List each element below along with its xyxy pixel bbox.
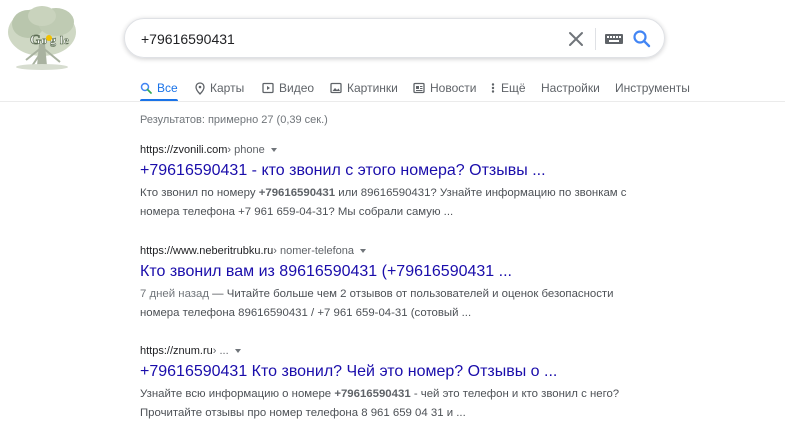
result-url[interactable]: https://zvonili.com › phone bbox=[140, 142, 660, 158]
svg-text:G: G bbox=[30, 33, 41, 48]
search-input[interactable] bbox=[141, 28, 541, 50]
result-snippet: Кто звонил по номеру +79616590431 или 89… bbox=[140, 187, 627, 218]
search-button[interactable] bbox=[632, 29, 652, 49]
video-icon bbox=[262, 82, 274, 94]
result-site: https://znum.ru bbox=[140, 345, 213, 357]
result-menu-caret[interactable] bbox=[360, 249, 367, 253]
tab-images[interactable]: Картинки bbox=[330, 78, 398, 98]
clear-icon bbox=[569, 32, 583, 46]
header-divider bbox=[0, 101, 785, 102]
result-title[interactable]: Кто звонил вам из 89616590431 (+79616590… bbox=[140, 261, 660, 283]
search-icon bbox=[633, 30, 651, 48]
result-title[interactable]: +79616590431 - кто звонил с этого номера… bbox=[140, 160, 660, 182]
svg-text:le: le bbox=[60, 33, 69, 47]
result-title[interactable]: +79616590431 Кто звонил? Чей это номер? … bbox=[140, 361, 660, 383]
tab-label: Все bbox=[157, 81, 178, 95]
image-icon bbox=[330, 82, 342, 94]
tab-video[interactable]: Видео bbox=[262, 78, 314, 98]
news-icon bbox=[413, 82, 425, 94]
search-tab-icon bbox=[140, 82, 152, 94]
result-stats: Результатов: примерно 27 (0,39 сек.) bbox=[140, 114, 328, 126]
tab-label: Новости bbox=[430, 81, 477, 95]
keyboard-icon bbox=[605, 34, 623, 44]
result-menu-caret[interactable] bbox=[270, 148, 277, 152]
google-doodle-logo[interactable]: G o g le bbox=[6, 4, 78, 72]
tab-all[interactable]: Все bbox=[140, 78, 178, 98]
result-breadcrumb: › nomer-telefona bbox=[273, 245, 355, 257]
tab-label: Ещё bbox=[501, 81, 526, 95]
tab-tools[interactable]: Инструменты bbox=[615, 78, 690, 98]
tab-more[interactable]: Ещё bbox=[490, 78, 526, 98]
result-menu-caret[interactable] bbox=[234, 349, 241, 353]
tab-label: Картинки bbox=[347, 81, 398, 95]
result-url[interactable]: https://www.neberitrubku.ru › nomer-tele… bbox=[140, 243, 660, 259]
search-result: https://www.neberitrubku.ru › nomer-tele… bbox=[140, 243, 660, 323]
tab-label: Карты bbox=[210, 81, 245, 95]
clear-button[interactable] bbox=[566, 29, 586, 49]
tab-settings[interactable]: Настройки bbox=[541, 78, 600, 98]
search-box bbox=[124, 18, 665, 58]
tab-label: Инструменты bbox=[615, 81, 690, 95]
keyboard-button[interactable] bbox=[603, 31, 625, 47]
search-divider bbox=[595, 28, 596, 50]
result-site: https://zvonili.com bbox=[140, 144, 228, 156]
tab-news[interactable]: Новости bbox=[413, 78, 476, 98]
tree-doodle-logo: G o g le bbox=[8, 6, 76, 70]
result-breadcrumb: › phone bbox=[227, 144, 265, 156]
tab-label: Настройки bbox=[541, 81, 600, 95]
search-result: https://zvonili.com › phone +79616590431… bbox=[140, 142, 660, 222]
result-date: 7 дней назад bbox=[140, 288, 210, 300]
result-breadcrumb: › ... bbox=[212, 345, 229, 357]
tab-label: Видео bbox=[279, 81, 315, 95]
result-snippet: Узнайте всю информацию о номере +7961659… bbox=[140, 388, 620, 419]
more-dots-icon bbox=[491, 83, 495, 93]
svg-text:o: o bbox=[41, 33, 47, 47]
result-snippet: 7 дней назад — Читайте больше чем 2 отзы… bbox=[140, 288, 614, 319]
result-url[interactable]: https://znum.ru › ... bbox=[140, 343, 660, 359]
search-result: https://znum.ru › ... +79616590431 Кто з… bbox=[140, 343, 660, 423]
map-pin-icon bbox=[195, 81, 205, 95]
tab-maps[interactable]: Карты bbox=[195, 78, 244, 98]
result-site: https://www.neberitrubku.ru bbox=[140, 245, 274, 257]
